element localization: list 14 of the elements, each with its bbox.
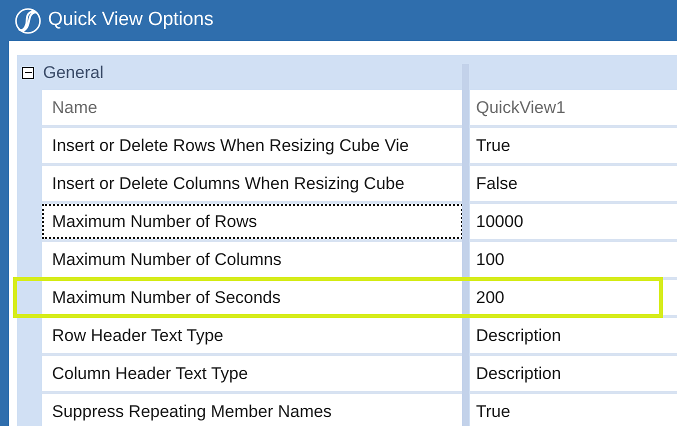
column-header: QuickView1 <box>476 96 566 119</box>
collapse-icon[interactable] <box>22 66 34 78</box>
logo-icon <box>14 6 42 34</box>
property-value: 10000 <box>476 210 524 233</box>
property-value: True <box>476 134 510 157</box>
property-value: Description <box>476 324 562 347</box>
window-title: Quick View Options <box>48 8 214 32</box>
property-value: False <box>476 172 518 195</box>
property-value: 100 <box>476 248 504 271</box>
property-value: True <box>476 400 510 423</box>
column-header: Name <box>52 96 98 119</box>
property-value: 200 <box>476 286 504 309</box>
group-label: General <box>43 62 104 84</box>
property-value: Description <box>476 362 562 385</box>
